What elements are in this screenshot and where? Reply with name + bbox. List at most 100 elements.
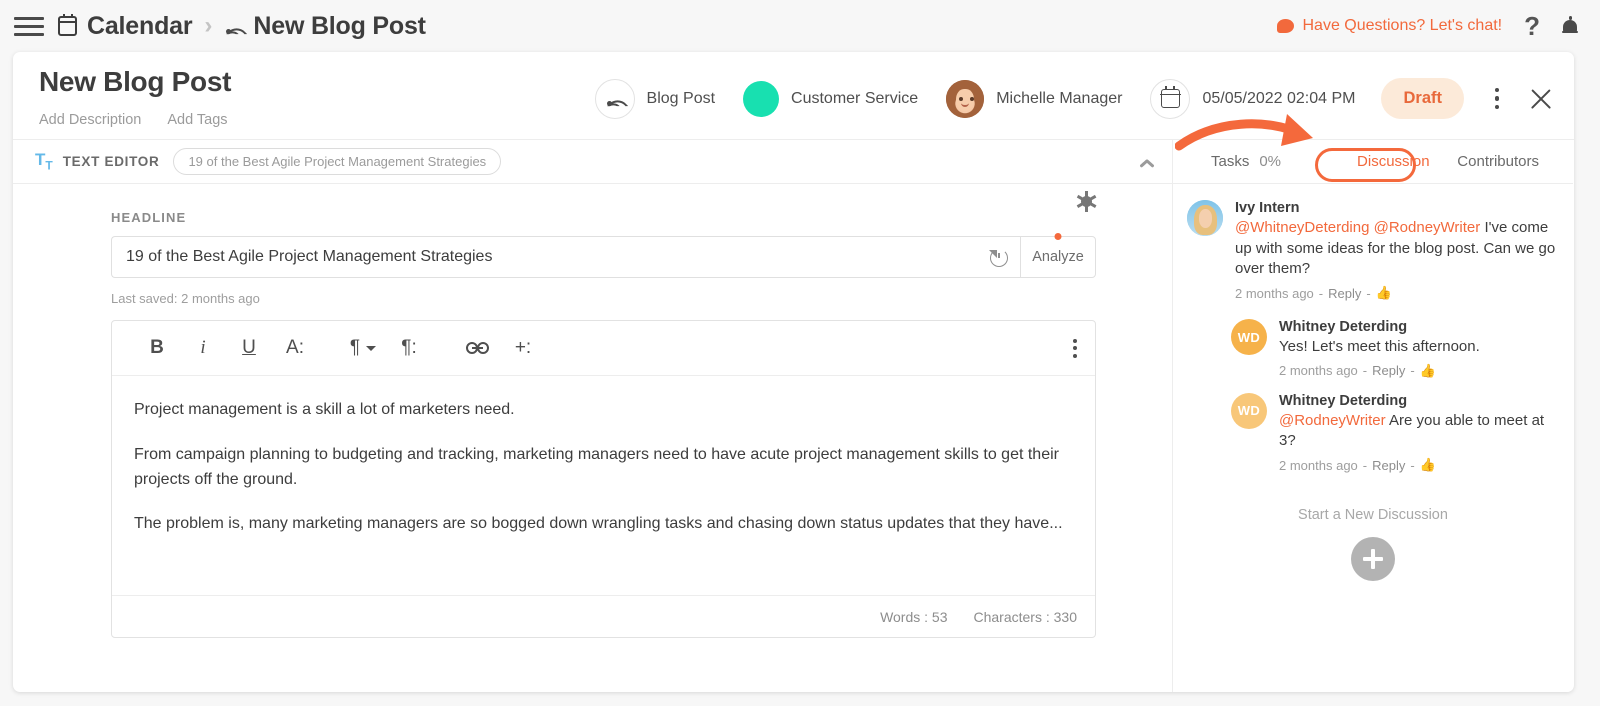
due-date-label: 05/05/2022 02:04 PM	[1202, 89, 1356, 107]
calendar-icon	[1150, 78, 1191, 119]
start-new-discussion: Start a New Discussion	[1173, 507, 1573, 582]
list-item: WD Whitney Deterding @RodneyWriter Are y…	[1187, 392, 1559, 473]
card-meta-bar: Blog Post Customer Service Michelle Mana…	[567, 78, 1574, 119]
app-window: Calendar › New Blog Post Have Questions?…	[0, 0, 1600, 706]
chevron-up-icon[interactable]	[1140, 155, 1154, 169]
page-title: New Blog Post	[39, 66, 232, 97]
headline-input[interactable]: 19 of the Best Agile Project Management …	[111, 236, 1020, 278]
comment-meta: 2 months ago - Reply - 👍	[1235, 285, 1392, 301]
card-title-block: New Blog Post Add Description Add Tags	[13, 66, 231, 128]
panel-tabs: Tasks 0% Discussion Contributors	[1173, 140, 1573, 184]
headline-label: HEADLINE	[111, 210, 187, 225]
comment-body: Yes! Let's meet this afternoon.	[1279, 338, 1480, 356]
breadcrumb-post-label: New Blog Post	[253, 11, 426, 40]
post-type-chip[interactable]: Blog Post	[594, 78, 716, 119]
card-subactions: Add Description Add Tags	[39, 112, 231, 128]
comment-author: Whitney Deterding	[1279, 392, 1408, 409]
comment-author: Whitney Deterding	[1279, 319, 1408, 336]
editor-strip-label: TEXT EDITOR	[62, 154, 160, 169]
campaign-tag-chip[interactable]: Customer Service	[743, 80, 919, 117]
breadcrumb-item-new-blog-post[interactable]: New Blog Post	[224, 11, 426, 45]
hamburger-menu-icon[interactable]	[14, 14, 44, 38]
chat-support-link[interactable]: Have Questions? Let's chat!	[1276, 17, 1503, 35]
owner-chip[interactable]: Michelle Manager	[946, 79, 1122, 118]
thumbs-up-icon[interactable]: 👍	[1420, 457, 1436, 473]
comment-mentions[interactable]: @RodneyWriter	[1279, 412, 1386, 429]
comment-mentions[interactable]: @WhitneyDeterding @RodneyWriter	[1235, 219, 1480, 236]
editor-paragraph: The problem is, many marketing managers …	[134, 515, 1063, 533]
tab-contributors[interactable]: Contributors	[1447, 147, 1549, 176]
reply-link[interactable]: Reply	[1328, 286, 1361, 301]
tab-tasks-label: Tasks	[1211, 153, 1250, 170]
breadcrumb-item-calendar[interactable]: Calendar	[57, 11, 193, 41]
revert-history-icon[interactable]	[989, 249, 1008, 267]
campaign-tag-label: Customer Service	[791, 89, 919, 107]
comment-timestamp: 2 months ago	[1279, 363, 1358, 379]
headline-row: 19 of the Best Agile Project Management …	[111, 233, 1096, 278]
editor-more-icon[interactable]	[1073, 338, 1077, 358]
add-description-link[interactable]: Add Description	[39, 112, 141, 128]
bell-icon[interactable]	[1562, 15, 1578, 35]
chat-support-label: Have Questions? Let's chat!	[1302, 17, 1503, 34]
underline-icon[interactable]: U	[226, 333, 272, 363]
rss-icon	[594, 78, 635, 119]
thumbs-up-icon[interactable]: 👍	[1376, 285, 1392, 301]
status-badge[interactable]: Draft	[1381, 78, 1464, 119]
tab-contributors-label: Contributors	[1457, 153, 1539, 170]
paragraph-options-icon[interactable]: ¶:	[386, 333, 432, 363]
editor-pane: TT TEXT EDITOR 19 of the Best Agile Proj…	[13, 140, 1173, 692]
reply-link[interactable]: Reply	[1372, 363, 1405, 378]
top-bar-actions: Have Questions? Let's chat! ?	[1276, 11, 1600, 42]
close-icon[interactable]	[1526, 84, 1556, 114]
character-count: Characters : 330	[973, 608, 1078, 625]
analyze-label: Analyze	[1032, 249, 1084, 265]
headline-value: 19 of the Best Agile Project Management …	[126, 248, 493, 265]
breadcrumb-calendar-label: Calendar	[87, 11, 193, 40]
chat-bubble-icon	[1276, 19, 1294, 33]
tag-color-dot	[743, 80, 780, 117]
comment-timestamp: 2 months ago	[1279, 457, 1358, 473]
tab-discussion-label: Discussion	[1357, 153, 1430, 170]
top-navigation-bar: Calendar › New Blog Post Have Questions?…	[0, 0, 1600, 52]
card-header: New Blog Post Add Description Add Tags B…	[13, 52, 1574, 139]
rich-text-toolbar: B i U A: ¶ ¶: +:	[112, 321, 1095, 376]
breadcrumb: Calendar › New Blog Post	[57, 11, 426, 45]
insert-icon[interactable]: +:	[500, 333, 546, 363]
plus-icon[interactable]	[1351, 537, 1395, 582]
reply-link[interactable]: Reply	[1372, 458, 1405, 473]
comment-text: @RodneyWriter Are you able to meet at 3?	[1279, 411, 1559, 452]
tab-discussion[interactable]: Discussion	[1347, 147, 1440, 176]
help-icon[interactable]: ?	[1524, 11, 1540, 42]
link-icon[interactable]	[454, 333, 500, 363]
rich-text-editor: B i U A: ¶ ¶: +: Project management is a…	[111, 320, 1096, 638]
tasks-progress: 0%	[1259, 153, 1282, 170]
card-body: TT TEXT EDITOR 19 of the Best Agile Proj…	[13, 139, 1574, 692]
italic-icon[interactable]: i	[180, 333, 226, 363]
bold-icon[interactable]: B	[134, 333, 180, 363]
post-detail-card: New Blog Post Add Description Add Tags B…	[13, 52, 1574, 692]
breadcrumb-separator: ›	[204, 12, 213, 39]
word-count: Words : 53	[880, 608, 948, 625]
due-date-chip[interactable]: 05/05/2022 02:04 PM	[1150, 78, 1356, 119]
comment-text: @WhitneyDeterding @RodneyWriter I've com…	[1235, 218, 1559, 280]
paragraph-style-icon[interactable]: ¶	[340, 333, 386, 363]
avatar: WD	[1231, 319, 1267, 356]
kebab-menu-icon[interactable]	[1486, 86, 1508, 112]
comment-meta: 2 months ago - Reply - 👍	[1279, 457, 1436, 473]
post-type-label: Blog Post	[646, 89, 716, 107]
comment-list: Ivy Intern @WhitneyDeterding @RodneyWrit…	[1173, 184, 1573, 473]
tab-tasks[interactable]: Tasks 0%	[1201, 147, 1291, 176]
text-format-icon: TT	[35, 150, 53, 173]
editor-strip-pill[interactable]: 19 of the Best Agile Project Management …	[173, 148, 502, 175]
add-tags-link[interactable]: Add Tags	[167, 112, 227, 128]
gear-icon[interactable]	[1076, 191, 1097, 212]
editor-paragraph: Project management is a skill a lot of m…	[134, 401, 515, 418]
avatar	[946, 79, 985, 118]
thumbs-up-icon[interactable]: 👍	[1420, 363, 1436, 379]
last-saved-text: Last saved: 2 months ago	[111, 291, 260, 306]
editor-content[interactable]: Project management is a skill a lot of m…	[112, 376, 1095, 595]
font-color-icon[interactable]: A:	[272, 333, 318, 363]
start-new-discussion-label: Start a New Discussion	[1298, 507, 1448, 524]
discussion-pane: Tasks 0% Discussion Contributors Ivy Int…	[1173, 140, 1573, 692]
analyze-button[interactable]: Analyze	[1020, 233, 1096, 278]
